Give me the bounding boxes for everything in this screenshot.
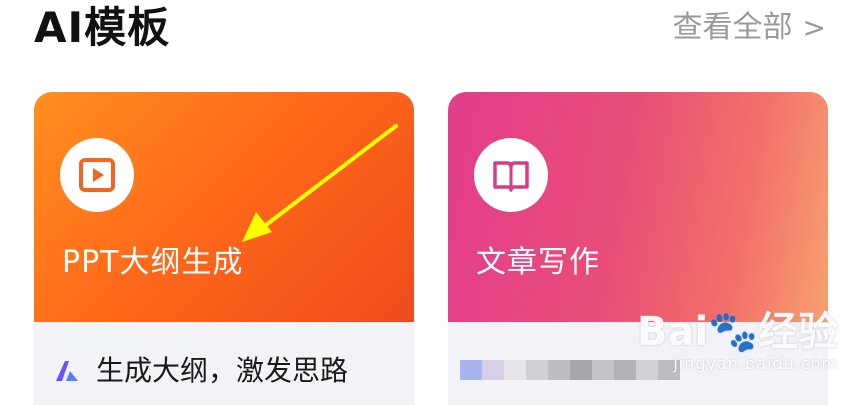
template-card-ppt-outline[interactable]: PPT大纲生成 生成大纲，激发思路 bbox=[34, 92, 414, 405]
book-icon-circle bbox=[474, 138, 548, 212]
play-icon-circle bbox=[60, 138, 134, 212]
card-label: PPT大纲生成 bbox=[62, 245, 244, 280]
chevron-right-icon: > bbox=[802, 11, 826, 44]
book-icon bbox=[493, 161, 529, 192]
card-footer: 生成大纲，激发思路 bbox=[34, 322, 414, 405]
view-all-label: 查看全部 bbox=[672, 10, 793, 45]
watermark-main: Bai bbox=[636, 309, 709, 355]
watermark-sub: jingyan.baidu.com bbox=[673, 354, 838, 373]
section-title: AI模板 bbox=[34, 3, 171, 52]
card-footer-text: 生成大纲，激发思路 bbox=[96, 354, 349, 387]
paw-icon: 🐾 bbox=[708, 309, 758, 355]
card-label: 文章写作 bbox=[476, 245, 600, 280]
view-all-link[interactable]: 查看全部 > bbox=[673, 8, 826, 48]
watermark: Bai🐾经验 jingyan.baidu.com bbox=[637, 310, 838, 374]
app-logo-icon bbox=[56, 361, 78, 381]
watermark-main-suffix: 经验 bbox=[758, 309, 838, 355]
play-icon bbox=[79, 158, 115, 192]
